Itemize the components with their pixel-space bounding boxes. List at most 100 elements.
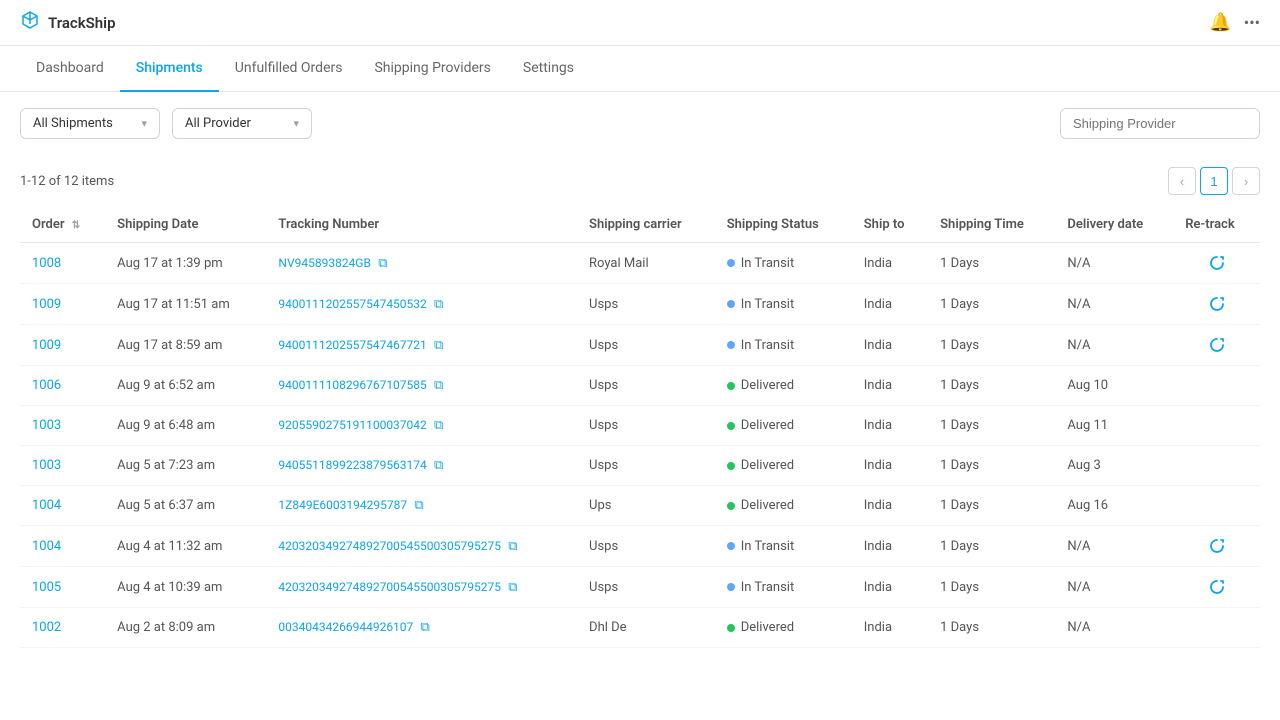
sort-icon: ⇅ [72,220,80,231]
cell-retrack [1173,243,1260,284]
col-delivery-date: Delivery date [1055,207,1173,243]
tracking-number-link[interactable]: 9400111202557547467721 [278,338,426,352]
tracking-number-link[interactable]: 9405511899223879563174 [278,458,426,472]
tracking-number-link[interactable]: NV945893824GB [278,256,371,270]
tracking-number-link[interactable]: 1Z849E6003194295787 [278,498,407,512]
all-shipments-filter[interactable]: All Shipments ▾ [20,108,160,139]
cell-carrier: Royal Mail [577,243,715,284]
cell-carrier: Ups [577,486,715,526]
cell-order: 1003 [20,406,105,446]
status-badge: In Transit [727,297,840,312]
tracking-number-link[interactable]: 9400111202557547450532 [278,297,426,311]
cell-delivery-date: N/A [1055,526,1173,567]
more-options-icon[interactable]: ••• [1244,13,1260,32]
copy-icon[interactable]: ⧉ [414,498,423,513]
tracking-number-link[interactable]: 9400111108296767107585 [278,378,426,392]
cell-order: 1009 [20,325,105,366]
cell-status: Delivered [715,486,852,526]
filter2-value: All Provider [185,116,251,131]
status-label: Delivered [741,458,794,473]
next-page-button[interactable]: › [1232,167,1260,195]
all-provider-filter[interactable]: All Provider ▾ [172,108,312,139]
cell-tracking-number: 9405511899223879563174 ⧉ [266,446,577,486]
status-label: In Transit [741,580,795,595]
order-link[interactable]: 1002 [32,620,61,635]
cell-shipping-date: Aug 4 at 10:39 am [105,567,266,608]
copy-icon[interactable]: ⧉ [434,378,443,393]
cell-order: 1002 [20,608,105,648]
status-label: Delivered [741,620,794,635]
cell-shipping-date: Aug 2 at 8:09 am [105,608,266,648]
copy-icon[interactable]: ⧉ [434,338,443,353]
cell-shipping-date: Aug 9 at 6:52 am [105,366,266,406]
retrack-button[interactable] [1185,296,1248,312]
nav-settings[interactable]: Settings [507,46,590,92]
cell-status: Delivered [715,366,852,406]
cell-carrier: Usps [577,284,715,325]
copy-icon[interactable]: ⧉ [434,297,443,312]
status-dot [727,382,735,390]
nav-dashboard[interactable]: Dashboard [20,46,120,92]
cell-delivery-date: Aug 10 [1055,366,1173,406]
order-link[interactable]: 1009 [32,297,61,312]
order-link[interactable]: 1003 [32,458,61,473]
col-retrack: Re-track [1173,207,1260,243]
order-link[interactable]: 1004 [32,498,61,513]
status-badge: In Transit [727,539,840,554]
tracking-number-link[interactable]: 9205590275191100037042 [278,418,426,432]
cell-status: Delivered [715,446,852,486]
shipments-table: Order ⇅ Shipping Date Tracking Number Sh… [20,207,1260,648]
status-label: In Transit [741,539,795,554]
nav-shipping-providers[interactable]: Shipping Providers [358,46,506,92]
order-link[interactable]: 1008 [32,256,61,271]
cell-retrack [1173,608,1260,648]
copy-icon[interactable]: ⧉ [421,620,430,635]
tracking-number-link[interactable]: 00340434266944926107 [278,620,413,634]
notification-icon[interactable]: 🔔 [1209,12,1231,33]
cell-tracking-number: 9400111108296767107585 ⧉ [266,366,577,406]
cell-delivery-date: N/A [1055,243,1173,284]
page-1-button[interactable]: 1 [1200,167,1228,195]
copy-icon[interactable]: ⧉ [434,418,443,433]
cell-shipping-time: 1 Days [928,325,1055,366]
order-link[interactable]: 1006 [32,378,61,393]
status-badge: Delivered [727,418,840,433]
retrack-button[interactable] [1185,538,1248,554]
cell-tracking-number: 00340434266944926107 ⧉ [266,608,577,648]
order-link[interactable]: 1004 [32,539,61,554]
order-link[interactable]: 1003 [32,418,61,433]
shipping-provider-search[interactable] [1060,108,1260,139]
col-order[interactable]: Order ⇅ [20,207,105,243]
cell-delivery-date: Aug 16 [1055,486,1173,526]
retrack-button[interactable] [1185,337,1248,353]
status-label: In Transit [741,297,795,312]
copy-icon[interactable]: ⧉ [508,539,517,554]
cell-carrier: Usps [577,325,715,366]
retrack-button[interactable] [1185,579,1248,595]
copy-icon[interactable]: ⧉ [434,458,443,473]
nav-unfulfilled-orders[interactable]: Unfulfilled Orders [219,46,359,92]
tracking-number-link[interactable]: 420320349274892700545500305795275 [278,539,501,553]
prev-page-button[interactable]: ‹ [1168,167,1196,195]
cell-tracking-number: 420320349274892700545500305795275 ⧉ [266,526,577,567]
order-link[interactable]: 1005 [32,580,61,595]
tracking-number-link[interactable]: 420320349274892700545500305795275 [278,580,501,594]
cell-tracking-number: 420320349274892700545500305795275 ⧉ [266,567,577,608]
nav-shipments[interactable]: Shipments [120,46,219,92]
status-label: Delivered [741,378,794,393]
order-link[interactable]: 1009 [32,338,61,353]
retrack-button[interactable] [1185,255,1248,271]
cell-tracking-number: 1Z849E6003194295787 ⧉ [266,486,577,526]
status-label: In Transit [741,256,795,271]
cell-ship-to: India [852,608,928,648]
cell-status: In Transit [715,243,852,284]
cell-ship-to: India [852,567,928,608]
copy-icon[interactable]: ⧉ [508,580,517,595]
cell-order: 1004 [20,526,105,567]
cell-tracking-number: NV945893824GB ⧉ [266,243,577,284]
status-dot [727,422,735,430]
cell-order: 1003 [20,446,105,486]
table-body: 1008 Aug 17 at 1:39 pm NV945893824GB ⧉ R… [20,243,1260,648]
copy-icon[interactable]: ⧉ [378,256,387,271]
table-row: 1004 Aug 5 at 6:37 am 1Z849E600319429578… [20,486,1260,526]
